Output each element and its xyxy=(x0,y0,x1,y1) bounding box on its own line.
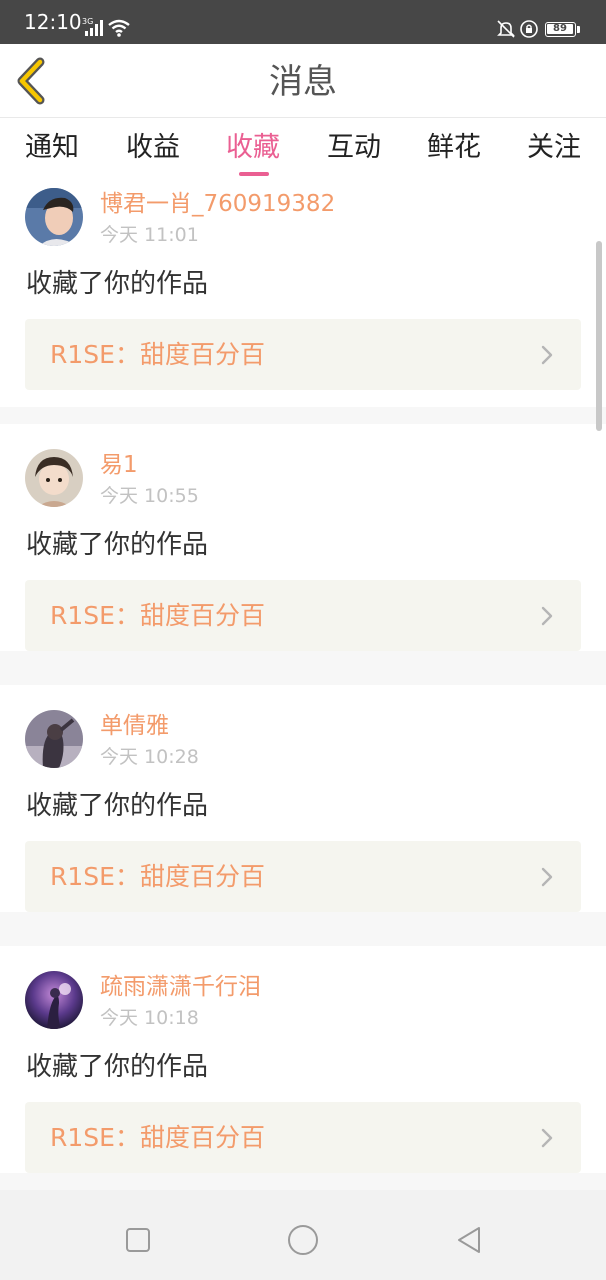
avatar[interactable] xyxy=(25,710,83,768)
chevron-right-icon xyxy=(541,867,553,887)
work-title: R1SE：甜度百分百 xyxy=(50,1123,265,1152)
avatar[interactable] xyxy=(25,188,83,246)
tab-favorites[interactable]: 收藏 xyxy=(213,132,293,164)
status-bar: 12:10 3G 89 xyxy=(0,0,606,44)
tab-flowers[interactable]: 鲜花 xyxy=(414,132,494,164)
message-card: 博君一肖_760919382 今天 11:01 收藏了你的作品 R1SE：甜度百… xyxy=(0,180,606,407)
lock-rotation-icon xyxy=(520,20,538,38)
action-text: 收藏了你的作品 xyxy=(26,530,209,560)
avatar[interactable] xyxy=(25,449,83,507)
battery-tip xyxy=(577,26,580,33)
square-recents-icon[interactable] xyxy=(125,1227,151,1253)
timestamp: 今天 10:18 xyxy=(100,1007,199,1029)
username[interactable]: 单倩雅 xyxy=(100,710,169,742)
scrollbar[interactable] xyxy=(596,241,602,431)
work-link[interactable]: R1SE：甜度百分百 xyxy=(25,580,581,651)
battery-icon: 89 xyxy=(545,22,576,37)
wifi-icon xyxy=(108,19,130,37)
signal-icon xyxy=(85,20,103,36)
chevron-right-icon xyxy=(541,1128,553,1148)
action-text: 收藏了你的作品 xyxy=(26,791,209,821)
avatar[interactable] xyxy=(25,971,83,1029)
chevron-right-icon xyxy=(541,345,553,365)
action-text: 收藏了你的作品 xyxy=(26,269,209,299)
page-title: 消息 xyxy=(269,62,337,102)
mute-icon xyxy=(497,20,515,38)
avatar-image xyxy=(25,449,83,507)
chevron-right-icon xyxy=(541,606,553,626)
action-text: 收藏了你的作品 xyxy=(26,1052,209,1082)
triangle-back-icon[interactable] xyxy=(455,1225,483,1255)
circle-home-icon[interactable] xyxy=(287,1224,319,1256)
work-title: R1SE：甜度百分百 xyxy=(50,601,265,630)
header: 消息 xyxy=(0,44,606,118)
timestamp: 今天 10:28 xyxy=(100,746,199,768)
message-list[interactable]: 博君一肖_760919382 今天 11:01 收藏了你的作品 R1SE：甜度百… xyxy=(0,180,606,1190)
status-time: 12:10 xyxy=(24,10,82,34)
tab-earnings[interactable]: 收益 xyxy=(113,132,193,164)
message-card: 易1 今天 10:55 收藏了你的作品 R1SE：甜度百分百 xyxy=(0,424,606,651)
work-link[interactable]: R1SE：甜度百分百 xyxy=(25,841,581,912)
avatar-image xyxy=(25,971,83,1029)
tab-follows[interactable]: 关注 xyxy=(514,132,594,164)
system-nav-bar xyxy=(0,1190,606,1280)
tab-notifications[interactable]: 通知 xyxy=(12,132,92,164)
work-title: R1SE：甜度百分百 xyxy=(50,862,265,891)
message-card: 单倩雅 今天 10:28 收藏了你的作品 R1SE：甜度百分百 xyxy=(0,685,606,912)
tab-interactions[interactable]: 互动 xyxy=(314,132,394,164)
battery-level: 89 xyxy=(547,24,573,34)
work-link[interactable]: R1SE：甜度百分百 xyxy=(25,319,581,390)
message-card: 疏雨潇潇千行泪 今天 10:18 收藏了你的作品 R1SE：甜度百分百 xyxy=(0,946,606,1173)
work-link[interactable]: R1SE：甜度百分百 xyxy=(25,1102,581,1173)
avatar-image xyxy=(25,710,83,768)
work-title: R1SE：甜度百分百 xyxy=(50,340,265,369)
avatar-image xyxy=(25,188,83,246)
username[interactable]: 疏雨潇潇千行泪 xyxy=(100,971,261,1003)
tab-bar: 通知 收益 收藏 互动 鲜花 关注 xyxy=(0,118,606,180)
timestamp: 今天 10:55 xyxy=(100,485,199,507)
active-tab-indicator xyxy=(239,172,269,176)
username[interactable]: 易1 xyxy=(100,449,138,481)
username[interactable]: 博君一肖_760919382 xyxy=(100,188,335,220)
timestamp: 今天 11:01 xyxy=(100,224,199,246)
